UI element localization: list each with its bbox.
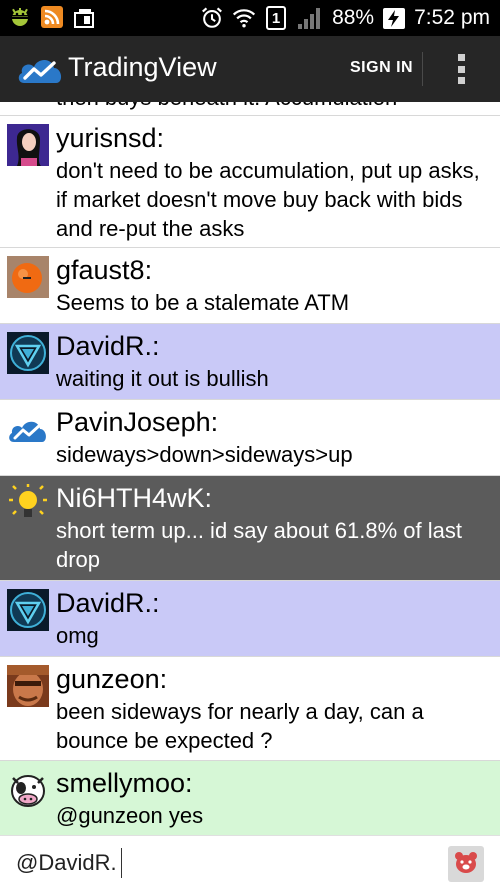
sim-card-icon: 1 bbox=[264, 5, 288, 31]
chat-message[interactable]: yurisnsd: don't need to be accumulation,… bbox=[0, 115, 500, 247]
chat-message[interactable]: DavidR.: waiting it out is bullish bbox=[0, 323, 500, 399]
chat-message[interactable]: gunzeon: been sideways for nearly a day,… bbox=[0, 656, 500, 760]
message-text: Seems to be a stalemate ATM bbox=[56, 290, 350, 315]
message-text: @gunzeon yes bbox=[56, 803, 204, 828]
menu-dot bbox=[457, 54, 465, 61]
message-text: omg bbox=[56, 623, 99, 648]
message-text: don't need to be accumulation, put up as… bbox=[56, 158, 480, 241]
message-username[interactable]: gunzeon: bbox=[56, 663, 167, 695]
signal-strength-icon bbox=[296, 5, 324, 31]
battery-charging-icon bbox=[382, 5, 406, 31]
photo-avatar[interactable] bbox=[7, 124, 49, 166]
tradingview-cloud-icon bbox=[16, 53, 64, 85]
cow-avatar[interactable] bbox=[7, 769, 49, 811]
toolbar-divider bbox=[422, 52, 423, 86]
message-username[interactable]: DavidR.: bbox=[56, 330, 160, 362]
tradingview-cloud-avatar[interactable] bbox=[7, 408, 49, 450]
partial-message-text: then buys beneath it. Accumulation bbox=[56, 102, 397, 112]
overflow-menu-button[interactable] bbox=[450, 50, 472, 88]
alarm-clock-icon bbox=[200, 5, 224, 31]
menu-dot bbox=[457, 77, 465, 84]
shield-logo-avatar[interactable] bbox=[7, 332, 49, 374]
sim-slot-label: 1 bbox=[271, 9, 281, 27]
message-text: sideways>down>sideways>up bbox=[56, 442, 353, 467]
gallery-sync-icon bbox=[72, 4, 96, 30]
message-username[interactable]: yurisnsd: bbox=[56, 122, 164, 154]
chat-message[interactable]: Ni6HTH4wK: short term up... id say about… bbox=[0, 475, 500, 580]
rss-feed-icon bbox=[40, 4, 64, 30]
clock: 7:52 pm bbox=[414, 6, 490, 29]
message-username[interactable]: DavidR.: bbox=[56, 587, 160, 619]
chat-message[interactable]: gfaust8: Seems to be a stalemate ATM bbox=[0, 247, 500, 323]
chat-input-bar: @DavidR. bbox=[0, 835, 500, 889]
app-bar: TradingView SIGN IN bbox=[0, 36, 500, 102]
message-username[interactable]: Ni6HTH4wK: bbox=[56, 482, 212, 514]
chat-list[interactable]: then buys beneath it. Accumulation yuris… bbox=[0, 102, 500, 835]
message-text: waiting it out is bullish bbox=[56, 366, 269, 391]
send-button[interactable] bbox=[448, 846, 484, 882]
app-title: TradingView bbox=[68, 52, 217, 82]
lightbulb-avatar[interactable] bbox=[7, 484, 49, 526]
message-text: been sideways for nearly a day, can a bo… bbox=[56, 699, 424, 753]
message-username[interactable]: smellymoo: bbox=[56, 767, 193, 799]
chat-input-value[interactable]: @DavidR. bbox=[16, 850, 117, 876]
chat-input-field[interactable]: @DavidR. bbox=[16, 848, 122, 878]
face-photo-avatar[interactable] bbox=[7, 665, 49, 707]
status-bar: 1 88% 7:52 pm bbox=[0, 0, 500, 36]
message-text: short term up... id say about 61.8% of l… bbox=[56, 518, 462, 572]
battery-percent: 88% bbox=[332, 6, 375, 29]
menu-dot bbox=[457, 65, 465, 73]
chat-message[interactable]: PavinJoseph: sideways>down>sideways>up bbox=[0, 399, 500, 475]
bear-face-icon bbox=[453, 850, 479, 879]
android-debug-icon bbox=[8, 4, 32, 30]
message-username[interactable]: PavinJoseph: bbox=[56, 406, 218, 438]
chat-message[interactable]: smellymoo: @gunzeon yes bbox=[0, 760, 500, 835]
wifi-icon bbox=[232, 5, 256, 31]
shield-logo-avatar[interactable] bbox=[7, 589, 49, 631]
sign-in-button[interactable]: SIGN IN bbox=[350, 59, 413, 77]
orange-ball-avatar[interactable] bbox=[7, 256, 49, 298]
text-cursor bbox=[120, 848, 122, 878]
message-username[interactable]: gfaust8: bbox=[56, 254, 152, 286]
chat-message[interactable]: DavidR.: omg bbox=[0, 580, 500, 656]
